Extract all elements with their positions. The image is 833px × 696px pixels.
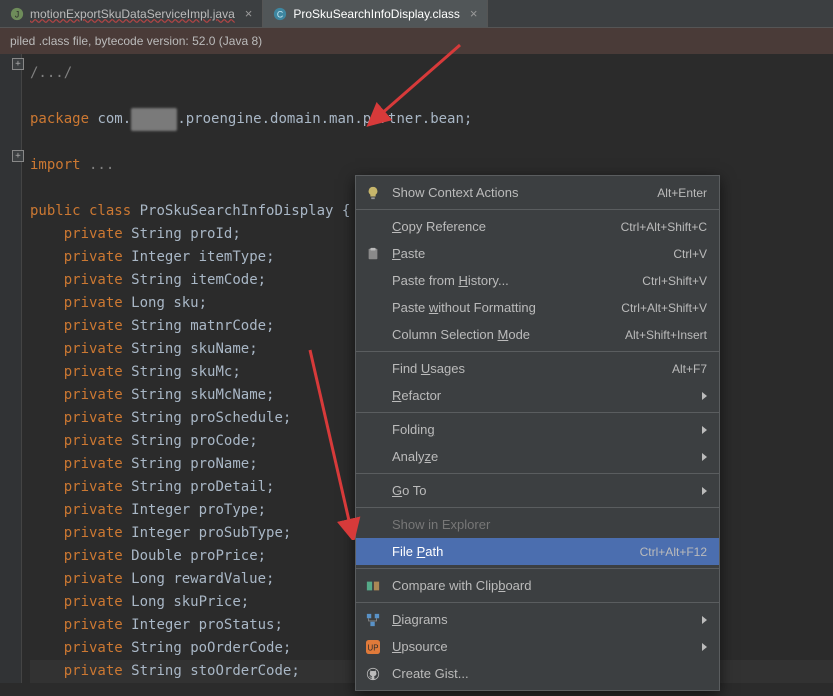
svg-text:J: J [15, 9, 19, 19]
gutter: + + [0, 54, 22, 683]
submenu-arrow-icon [702, 643, 707, 651]
blank-icon [364, 300, 382, 316]
menu-label: File Path [392, 544, 630, 559]
menu-item-go-to[interactable]: Go To [356, 477, 719, 504]
tab-proskusearchinfodisplay[interactable]: C ProSkuSearchInfoDisplay.class × [263, 0, 488, 27]
submenu-arrow-icon [702, 616, 707, 624]
submenu-arrow-icon [702, 426, 707, 434]
java-file-icon: J [10, 7, 24, 21]
tab-label: ProSkuSearchInfoDisplay.class [293, 7, 460, 21]
menu-label: Create Gist... [392, 666, 707, 681]
menu-label: Column Selection Mode [392, 327, 615, 342]
blank-icon [364, 449, 382, 465]
menu-item-compare-with-clipboard[interactable]: Compare with Clipboard [356, 572, 719, 599]
submenu-arrow-icon [702, 453, 707, 461]
menu-item-show-context-actions[interactable]: Show Context Actions Alt+Enter [356, 179, 719, 206]
close-icon[interactable]: × [470, 6, 478, 21]
menu-separator [356, 351, 719, 352]
menu-label: Paste without Formatting [392, 300, 611, 315]
blank-icon [364, 327, 382, 343]
menu-item-paste-without-formatting[interactable]: Paste without Formatting Ctrl+Alt+Shift+V [356, 294, 719, 321]
fold-toggle[interactable]: + [12, 150, 24, 162]
menu-shortcut: Ctrl+V [673, 247, 707, 261]
menu-label: Upsource [392, 639, 692, 654]
blank-icon [364, 483, 382, 499]
menu-separator [356, 507, 719, 508]
menu-separator [356, 412, 719, 413]
menu-label: Go To [392, 483, 692, 498]
upsource-icon: UP [364, 639, 382, 655]
menu-label: Paste from History... [392, 273, 632, 288]
close-icon[interactable]: × [245, 6, 253, 21]
menu-label: Paste [392, 246, 663, 261]
fold-toggle[interactable]: + [12, 58, 24, 70]
submenu-arrow-icon [702, 487, 707, 495]
menu-item-copy-reference[interactable]: Copy Reference Ctrl+Alt+Shift+C [356, 213, 719, 240]
menu-shortcut: Ctrl+Alt+Shift+C [621, 220, 707, 234]
menu-item-upsource[interactable]: UP Upsource [356, 633, 719, 660]
blank-icon [364, 273, 382, 289]
menu-shortcut: Ctrl+Alt+F12 [640, 545, 707, 559]
menu-item-show-in-explorer: Show in Explorer [356, 511, 719, 538]
blank-icon [364, 361, 382, 377]
menu-label: Copy Reference [392, 219, 611, 234]
editor-tabs: J motionExportSkuDataServiceImpl.java × … [0, 0, 833, 28]
menu-label: Show in Explorer [392, 517, 707, 532]
class-file-icon: C [273, 7, 287, 21]
context-menu: Show Context Actions Alt+Enter Copy Refere… [355, 175, 720, 691]
github-icon [364, 666, 382, 682]
compare-icon [364, 578, 382, 594]
menu-item-diagrams[interactable]: Diagrams [356, 606, 719, 633]
menu-item-paste-from-history[interactable]: Paste from History... Ctrl+Shift+V [356, 267, 719, 294]
svg-text:UP: UP [368, 643, 379, 652]
blank-icon [364, 422, 382, 438]
menu-label: Folding [392, 422, 692, 437]
svg-text:C: C [277, 9, 283, 19]
blank-icon [364, 517, 382, 533]
submenu-arrow-icon [702, 392, 707, 400]
tab-serviceimpl[interactable]: J motionExportSkuDataServiceImpl.java × [0, 0, 263, 27]
package-line: package com.xxxxx.proengine.domain.man.p… [30, 108, 833, 131]
menu-item-column-selection-mode[interactable]: Column Selection Mode Alt+Shift+Insert [356, 321, 719, 348]
menu-item-folding[interactable]: Folding [356, 416, 719, 443]
menu-label: Diagrams [392, 612, 692, 627]
menu-shortcut: Alt+Shift+Insert [625, 328, 707, 342]
menu-separator [356, 209, 719, 210]
menu-separator [356, 568, 719, 569]
menu-separator [356, 602, 719, 603]
menu-item-file-path[interactable]: File Path Ctrl+Alt+F12 [356, 538, 719, 565]
decompile-status: piled .class file, bytecode version: 52.… [0, 28, 833, 54]
blank-icon [364, 544, 382, 560]
paste-icon [364, 246, 382, 262]
diagram-icon [364, 612, 382, 628]
menu-item-find-usages[interactable]: Find Usages Alt+F7 [356, 355, 719, 382]
menu-item-create-gist[interactable]: Create Gist... [356, 660, 719, 687]
tab-label: motionExportSkuDataServiceImpl.java [30, 7, 235, 21]
blank-icon [364, 388, 382, 404]
menu-shortcut: Alt+Enter [657, 186, 707, 200]
menu-shortcut: Ctrl+Alt+Shift+V [621, 301, 707, 315]
menu-label: Find Usages [392, 361, 662, 376]
import-line: import ... [30, 154, 833, 177]
menu-shortcut: Ctrl+Shift+V [642, 274, 707, 288]
menu-separator [356, 473, 719, 474]
menu-label: Show Context Actions [392, 185, 647, 200]
menu-item-refactor[interactable]: Refactor [356, 382, 719, 409]
menu-item-paste[interactable]: Paste Ctrl+V [356, 240, 719, 267]
bulb-icon [364, 185, 382, 201]
folded-comment: /.../ [30, 62, 833, 85]
menu-item-analyze[interactable]: Analyze [356, 443, 719, 470]
menu-label: Refactor [392, 388, 692, 403]
menu-label: Analyze [392, 449, 692, 464]
menu-label: Compare with Clipboard [392, 578, 707, 593]
blank-icon [364, 219, 382, 235]
menu-shortcut: Alt+F7 [672, 362, 707, 376]
